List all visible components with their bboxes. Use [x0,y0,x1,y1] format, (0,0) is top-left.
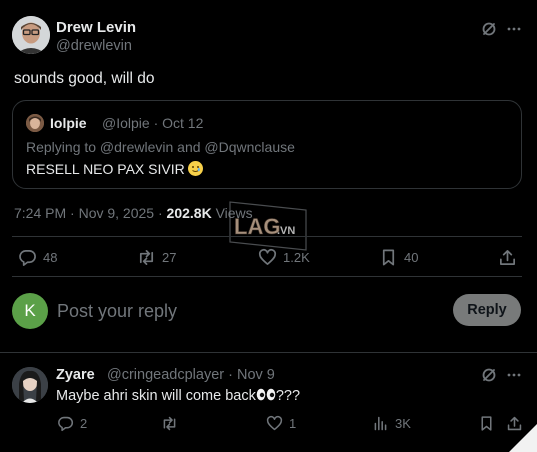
divider [0,352,537,353]
eyes-emoji-icon [256,388,276,401]
bookmark-count: 40 [404,250,419,265]
repost-icon[interactable] [161,415,178,432]
grok-icon[interactable] [481,21,497,37]
crying-smile-emoji-icon [187,161,203,176]
tweet-meta: 7:24 PM · Nov 9, 2025 · 202.8K Views [14,205,253,221]
author-handle[interactable]: @drewlevin [56,38,132,54]
quoted-author-handle: @Iolpie · Oct 12 [102,115,204,131]
quoted-author-avatar [26,114,44,132]
reply-author-avatar[interactable] [12,367,48,403]
reply-author-handle[interactable]: @cringeadcplayer · Nov 9 [107,367,275,383]
reply-body-suffix: ??? [275,388,301,404]
views-count: 202.8K [166,205,212,221]
like-count: 1 [289,416,297,431]
reply-text: Maybe ahri skin will come back??? [56,388,300,404]
reply-body: Maybe ahri skin will come back [56,388,256,404]
more-icon[interactable] [506,21,522,37]
grok-icon[interactable] [481,367,497,383]
corner-fold [509,424,537,452]
author-name[interactable]: Drew Levin [56,19,136,36]
author-avatar[interactable] [12,16,50,54]
reply-action[interactable]: 2 [57,415,87,432]
like-count: 1.2K [283,250,310,265]
bookmark-action[interactable]: 40 [379,248,418,267]
reply-input[interactable]: Post your reply [57,301,177,322]
reply-button[interactable]: Reply [453,294,521,326]
views-action[interactable]: 3K [372,415,411,432]
quoted-author-name: Iolpie [50,115,87,131]
reply-count: 48 [43,250,58,265]
quoted-tweet-text: RESELL NEO PAX SIVIR [26,161,203,177]
bookmark-icon[interactable] [478,415,495,432]
reply-author-name[interactable]: Zyare [56,367,95,383]
bookmark-icon [379,248,398,267]
quoted-tweet-body: RESELL NEO PAX SIVIR [26,161,185,177]
replying-to-text: Replying to @drewlevin and @Dqwnclause [26,139,295,155]
like-icon [258,248,277,267]
repost-action[interactable]: 27 [137,248,176,267]
repost-icon [137,248,156,267]
like-icon [266,415,283,432]
lag-watermark-logo: LAG .VN [228,198,310,252]
reply-action[interactable]: 48 [18,248,57,267]
tweet-text: sounds good, will do [14,70,155,87]
share-icon[interactable] [498,248,517,267]
repost-count: 27 [162,250,177,265]
reply-icon [57,415,74,432]
views-icon [372,415,389,432]
timestamp[interactable]: 7:24 PM · Nov 9, 2025 · [14,205,167,221]
views-count: 3K [395,416,411,431]
reply-icon [18,248,37,267]
like-action[interactable]: 1 [266,415,296,432]
divider [12,236,522,237]
like-action[interactable]: 1.2K [258,248,310,267]
reply-count: 2 [80,416,88,431]
current-user-avatar[interactable]: K [12,293,48,329]
quoted-tweet-card[interactable]: Iolpie @Iolpie · Oct 12 Replying to @dre… [12,100,522,189]
more-icon[interactable] [506,367,522,383]
divider [12,276,522,277]
